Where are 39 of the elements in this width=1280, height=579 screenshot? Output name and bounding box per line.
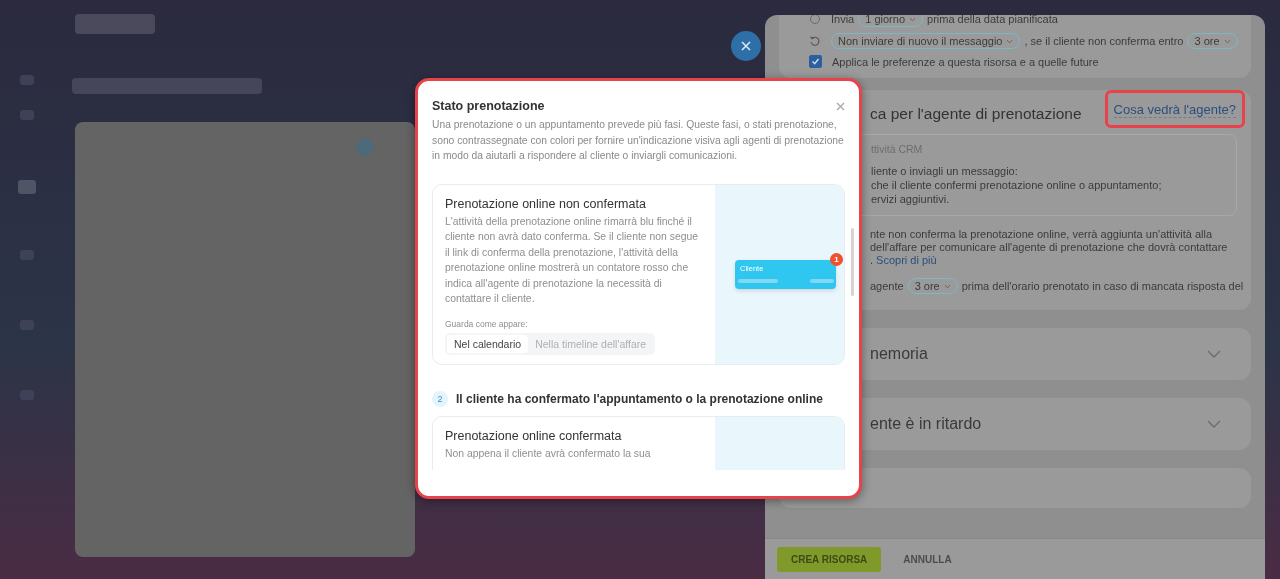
info-text: . — [870, 254, 874, 266]
row-label: , se il cliente non conferma entro — [1024, 35, 1184, 47]
counter-badge: 1 — [830, 252, 843, 266]
card-text: Non appena il cliente avrà confermato la sua — [445, 446, 652, 461]
chevron-icon — [1006, 38, 1014, 44]
view-tab[interactable]: Nel calendario — [447, 335, 529, 354]
section-title: ca per l'agente di prenotazione — [870, 105, 1082, 123]
card-title: Prenotazione online confermata — [445, 428, 623, 443]
box-text: che il cliente confermi prenotazione online o appuntamento; — [871, 179, 1163, 191]
dialog-title: Stato prenotazione — [432, 99, 545, 113]
placeholder-lines-icon — [738, 277, 834, 284]
info-text: dell'affare per comunicare all'agente di prenotazione che dovrà contattare — [870, 241, 1229, 253]
radio-icon — [809, 15, 821, 25]
checkbox[interactable] — [809, 55, 822, 68]
scrollbar[interactable] — [851, 228, 854, 296]
learn-more-link[interactable]: Scopri di più — [876, 254, 937, 266]
chevron-icon — [909, 16, 916, 22]
card-title: Prenotazione online non confermata — [445, 196, 647, 211]
box-text: liente o inviagli un messaggio: — [871, 165, 1019, 177]
cancel-button[interactable]: ANNULLA — [889, 546, 966, 572]
row-label: Invia — [831, 15, 855, 25]
close-icon[interactable] — [836, 101, 845, 111]
checkbox-label: Applica le preferenze a questa risorsa e a quelle future — [832, 55, 1099, 68]
checkmark-icon — [811, 57, 820, 66]
chevron-icon — [1223, 38, 1231, 44]
row-label: agente — [870, 280, 904, 292]
dialog-description: Una prenotazione o un appuntamento prevede più fasi. Queste fasi, o stati prenotazione, sono contrassegnate con colori per fornire un'indicazione visiva agli agenti di prenotazione in modo da aiutarli a rispondere al cliente o inviargli comunicazioni. — [432, 118, 845, 163]
step-number: 2 — [432, 390, 448, 407]
row-label: prima dell'orario prenotato in caso di mancata risposta del — [961, 280, 1244, 292]
create-button[interactable]: CREA RISORSA — [777, 546, 882, 572]
chevron-icon — [943, 283, 951, 289]
info-text: nte non conferma la prenotazione online, verrà aggiunta un'attività alla — [870, 228, 1214, 240]
preview-label: Guarda come appare: — [445, 319, 529, 330]
close-icon — [741, 41, 751, 51]
agent-preview-link[interactable]: Cosa vedrà l'agente? — [1113, 102, 1236, 118]
box-text: ervizi aggiuntivi. — [871, 193, 951, 205]
row-label: prima della data pianificata — [927, 15, 1058, 25]
card-text: L'attività della prenotazione online rimarrà blu finché il cliente non avrà dato conferma. Se il cliente non segue il link di conferma della prenotazione, l'attività della prenotazione online mostrerà un contatore rosso che indica all'agente di prenotazione la necessità di contattare il cliente. — [445, 214, 699, 307]
repeat-icon — [809, 35, 821, 47]
